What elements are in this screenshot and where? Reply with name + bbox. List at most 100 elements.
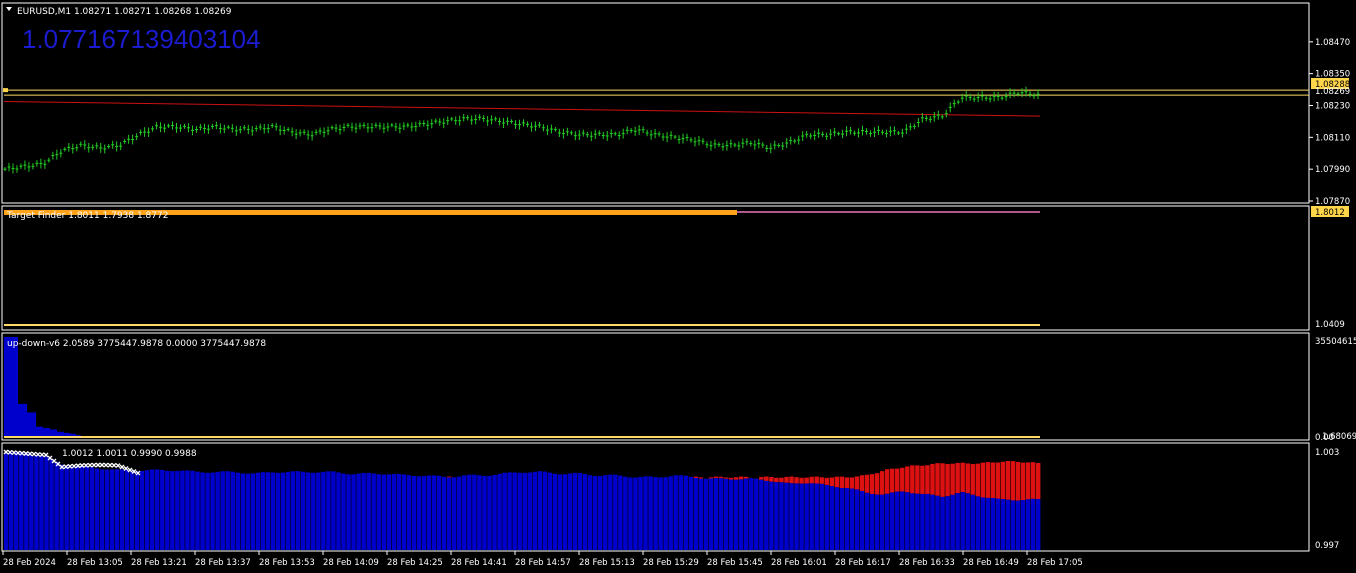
oscillator-bar-blue xyxy=(638,476,643,550)
oscillator-bar-red xyxy=(975,463,980,497)
level-marker xyxy=(3,88,8,93)
oscillator-bar-blue xyxy=(391,474,397,550)
oscillator-bar-blue xyxy=(270,472,276,550)
oscillator-bar-red xyxy=(774,477,779,483)
panel2-label: Target Finder 1.8011 1.7938 1.8772 xyxy=(6,211,168,221)
oscillator-bar-blue xyxy=(613,474,618,550)
oscillator-bar-blue xyxy=(829,486,835,550)
signal-x-marker xyxy=(99,462,105,468)
oscillator-bar-blue xyxy=(316,472,321,550)
oscillator-bar-blue xyxy=(436,475,442,550)
oscillator-bar-blue xyxy=(809,483,814,550)
signal-x-marker xyxy=(31,451,37,457)
oscillator-bar-blue xyxy=(608,474,613,550)
time-label: 28 Feb 16:17 xyxy=(835,558,891,568)
oscillator-bar-blue xyxy=(250,473,256,550)
oscillator-bar-blue xyxy=(844,487,850,550)
oscillator-bar-red xyxy=(1025,462,1031,500)
oscillator-bar-red xyxy=(995,462,1001,499)
oscillator-bar-red xyxy=(940,463,945,497)
oscillator-bar-blue xyxy=(930,494,935,550)
oscillator-bar-blue xyxy=(54,461,59,550)
time-label: 28 Feb 15:13 xyxy=(579,558,635,568)
oscillator-bar-blue xyxy=(497,473,502,550)
oscillator-bar-blue xyxy=(94,468,100,550)
oscillator-bar-red xyxy=(960,462,965,493)
oscillator-bar-blue xyxy=(134,471,140,550)
oscillator-bar-blue xyxy=(180,470,185,550)
signal-x-marker xyxy=(119,464,125,470)
price-chart[interactable] xyxy=(3,86,1309,174)
oscillator-bar-red xyxy=(920,465,925,494)
oscillator-bar-blue xyxy=(975,496,980,550)
oscillator-bar-red xyxy=(713,476,719,479)
chevron-down-icon[interactable] xyxy=(6,7,12,11)
oscillator-bar-blue xyxy=(905,492,910,550)
oscillator-bar-blue xyxy=(321,471,326,550)
oscillator-bar-blue xyxy=(124,469,130,550)
oscillator-bar-blue xyxy=(1030,498,1036,550)
oscillator-bar-blue xyxy=(854,489,860,550)
oscillator-bar-red xyxy=(829,477,835,487)
oscillator-bar-blue xyxy=(356,473,361,550)
oscillator-bar-blue xyxy=(774,482,779,550)
oscillator-bar-blue xyxy=(240,473,246,550)
oscillator-bar-red xyxy=(1010,461,1016,501)
oscillator-bar-blue xyxy=(1010,500,1016,550)
oscillator-bar-blue xyxy=(104,469,110,550)
oscillator-bar-blue xyxy=(109,469,115,550)
oscillator-bar-red xyxy=(723,477,729,479)
oscillator-bar-blue xyxy=(950,494,955,550)
oscillator-bar-blue xyxy=(653,477,658,550)
oscillator-bar-blue xyxy=(280,472,286,550)
oscillator-bar-red xyxy=(794,477,799,484)
oscillator-bar-blue xyxy=(562,474,568,550)
oscillator-bar-red xyxy=(930,463,935,495)
oscillator-bar-blue xyxy=(859,490,865,550)
main-price-axis[interactable]: 1.084701.083501.082301.081101.079901.078… xyxy=(1309,38,1350,207)
up-down-histogram xyxy=(4,337,81,438)
time-label: 28 Feb 14:41 xyxy=(451,558,507,568)
oscillator-bar-blue xyxy=(29,454,34,550)
oscillator-bar-blue xyxy=(738,479,744,550)
oscillator-bar-red xyxy=(905,466,910,493)
oscillator-bar-red xyxy=(980,462,986,498)
oscillator-bar-blue xyxy=(421,476,427,550)
oscillator-bar-blue xyxy=(985,497,991,550)
oscillator-bar-blue xyxy=(512,472,517,550)
time-label: 28 Feb 13:21 xyxy=(131,558,187,568)
oscillator-bar-blue xyxy=(693,477,699,550)
oscillator-bar-blue xyxy=(502,472,507,550)
oscillator-bar-blue xyxy=(819,483,824,550)
oscillator-bar-blue xyxy=(401,474,407,550)
oscillator-bar-blue xyxy=(326,471,331,550)
oscillator-bar-red xyxy=(884,469,890,494)
oscillator-bar-blue xyxy=(366,472,371,550)
time-label: 28 Feb 16:01 xyxy=(771,558,827,568)
oscillator-bar-red xyxy=(779,477,784,483)
oscillator-bar-blue xyxy=(592,476,598,550)
time-label: 28 Feb 14:09 xyxy=(323,558,379,568)
trading-chart[interactable]: EURUSD,M1 1.08271 1.08271 1.08268 1.0826… xyxy=(0,0,1356,573)
oscillator-bar-red xyxy=(864,474,870,493)
oscillator-bar-blue xyxy=(910,493,915,550)
oscillator-bar-red xyxy=(738,476,744,480)
time-label: 28 Feb 2024 xyxy=(3,558,56,568)
oscillator-bar-blue xyxy=(64,466,69,550)
time-axis[interactable]: 28 Feb 2024 28 Feb 13:05 28 Feb 13:21 28 Fe… xyxy=(2,551,1083,568)
oscillator-bar-red xyxy=(839,476,845,488)
oscillator-bar-blue xyxy=(703,478,709,550)
oscillator-bar-blue xyxy=(582,474,588,550)
oscillator-bar-blue xyxy=(935,495,940,550)
oscillator-bar-blue xyxy=(749,478,754,550)
oscillator-bar-blue xyxy=(59,464,64,550)
oscillator-bar-blue xyxy=(754,478,759,550)
oscillator-bar-blue xyxy=(804,483,809,550)
oscillator-bar-blue xyxy=(467,474,472,550)
oscillator-bar-blue xyxy=(587,475,593,550)
oscillator-bar-blue xyxy=(522,472,527,550)
oscillator-bar-blue xyxy=(215,471,220,550)
panel2-tag-text: 1.8012 xyxy=(1315,208,1345,218)
oscillator-bar-red xyxy=(759,477,764,480)
panel3-label: up-down-v6 2.0589 3775447.9878 0.0000 37… xyxy=(7,339,266,349)
